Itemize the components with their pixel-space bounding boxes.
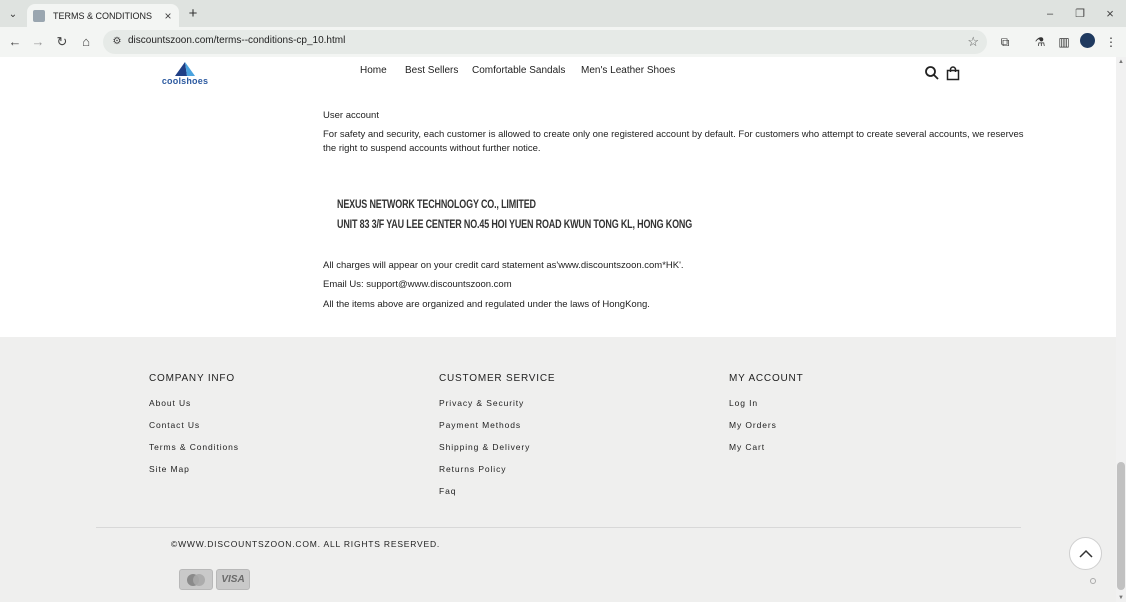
- scrollbar-thumb[interactable]: [1117, 462, 1125, 590]
- laws-text: All the items above are organized and re…: [323, 299, 650, 310]
- browser-menu-icon[interactable]: ⋮: [1102, 33, 1120, 51]
- search-icon[interactable]: [924, 65, 940, 81]
- footer-link-log-in[interactable]: Log In: [729, 398, 758, 408]
- company-name: NEXUS NETWORK TECHNOLOGY CO., LIMITED: [337, 199, 536, 211]
- profile-avatar[interactable]: [1080, 33, 1095, 48]
- footer-link-my-orders[interactable]: My Orders: [729, 420, 777, 430]
- section-title: User account: [323, 110, 379, 121]
- back-button[interactable]: ←: [6, 33, 24, 51]
- forward-button[interactable]: →: [29, 33, 47, 51]
- footer-link-returns[interactable]: Returns Policy: [439, 464, 506, 474]
- back-to-top-button[interactable]: [1069, 537, 1102, 570]
- footer-company-info-heading: COMPANY INFO: [149, 373, 235, 384]
- nav-home[interactable]: Home: [360, 65, 387, 76]
- reload-button[interactable]: ↻: [53, 33, 71, 51]
- section-body: For safety and security, each customer i…: [323, 129, 1024, 154]
- visa-label: VISA: [221, 574, 245, 585]
- footer-divider: [96, 527, 1021, 528]
- browser-tab[interactable]: TERMS & CONDITIONS ×: [27, 4, 179, 27]
- url-text: discountszoon.com/terms--conditions-cp_1…: [128, 35, 346, 46]
- tab-close-icon[interactable]: ×: [161, 9, 175, 23]
- logo-text: coolshoes: [161, 76, 209, 86]
- charges-text: All charges will appear on your credit c…: [323, 260, 684, 271]
- home-button[interactable]: ⌂: [77, 33, 95, 51]
- labs-icon[interactable]: ⚗: [1031, 33, 1049, 51]
- tab-search-icon[interactable]: ⌄: [4, 5, 22, 23]
- footer-customer-service-heading: CUSTOMER SERVICE: [439, 373, 556, 384]
- footer-my-account-heading: MY ACCOUNT: [729, 373, 804, 384]
- page-scrollbar[interactable]: ▲ ▼: [1116, 57, 1126, 602]
- footer-link-faq[interactable]: Faq: [439, 486, 456, 496]
- footer-link-terms[interactable]: Terms & Conditions: [149, 442, 239, 452]
- site-footer: COMPANY INFO About Us Contact Us Terms &…: [0, 337, 1116, 602]
- address-bar[interactable]: ⚙ discountszoon.com/terms--conditions-cp…: [103, 30, 987, 54]
- tab-title: TERMS & CONDITIONS: [53, 10, 153, 21]
- nav-comfortable-sandals[interactable]: Comfortable Sandals: [472, 65, 565, 76]
- scroll-up-icon[interactable]: ▲: [1118, 59, 1124, 65]
- shopping-bag-icon[interactable]: [945, 65, 961, 81]
- footer-link-contact-us[interactable]: Contact Us: [149, 420, 200, 430]
- favicon-icon: [33, 9, 45, 22]
- extensions-icon[interactable]: ⧉: [996, 33, 1014, 51]
- close-window-button[interactable]: ×: [1100, 6, 1120, 22]
- browser-toolbar: ← → ↻ ⌂ ⚙ discountszoon.com/terms--condi…: [0, 27, 1126, 57]
- scroll-down-icon[interactable]: ▼: [1118, 595, 1124, 601]
- footer-link-site-map[interactable]: Site Map: [149, 464, 190, 474]
- email-text: Email Us: support@www.discountszoon.com: [323, 279, 512, 290]
- nav-mens-leather-shoes[interactable]: Men's Leather Shoes: [581, 65, 675, 76]
- logo-mark-icon: [175, 62, 195, 76]
- footer-link-shipping[interactable]: Shipping & Delivery: [439, 442, 530, 452]
- browser-tab-bar: ⌄ TERMS & CONDITIONS × + – ❐ ×: [0, 0, 1126, 27]
- widget-dot-icon[interactable]: [1090, 578, 1096, 584]
- side-panel-icon[interactable]: ▥: [1055, 33, 1073, 51]
- copyright-text: ©WWW.DISCOUNTSZOON.COM. ALL RIGHTS RESER…: [171, 539, 441, 549]
- site-logo[interactable]: coolshoes: [161, 61, 209, 86]
- nav-best-sellers[interactable]: Best Sellers: [405, 65, 458, 76]
- chevron-up-icon: [1078, 549, 1093, 558]
- mastercard-icon: [179, 569, 213, 590]
- page-viewport: coolshoes Home Best Sellers Comfortable …: [0, 57, 1116, 602]
- footer-link-about-us[interactable]: About Us: [149, 398, 191, 408]
- footer-link-payment-methods[interactable]: Payment Methods: [439, 420, 521, 430]
- bookmark-star-icon[interactable]: ☆: [967, 34, 979, 50]
- new-tab-button[interactable]: +: [185, 6, 201, 22]
- minimize-button[interactable]: –: [1040, 6, 1060, 22]
- company-address: UNIT 83 3/F YAU LEE CENTER NO.45 HOI YUE…: [337, 219, 693, 231]
- restore-button[interactable]: ❐: [1070, 6, 1090, 22]
- site-info-icon[interactable]: ⚙: [110, 35, 124, 49]
- footer-link-privacy[interactable]: Privacy & Security: [439, 398, 524, 408]
- visa-icon: VISA: [216, 569, 250, 590]
- footer-link-my-cart[interactable]: My Cart: [729, 442, 765, 452]
